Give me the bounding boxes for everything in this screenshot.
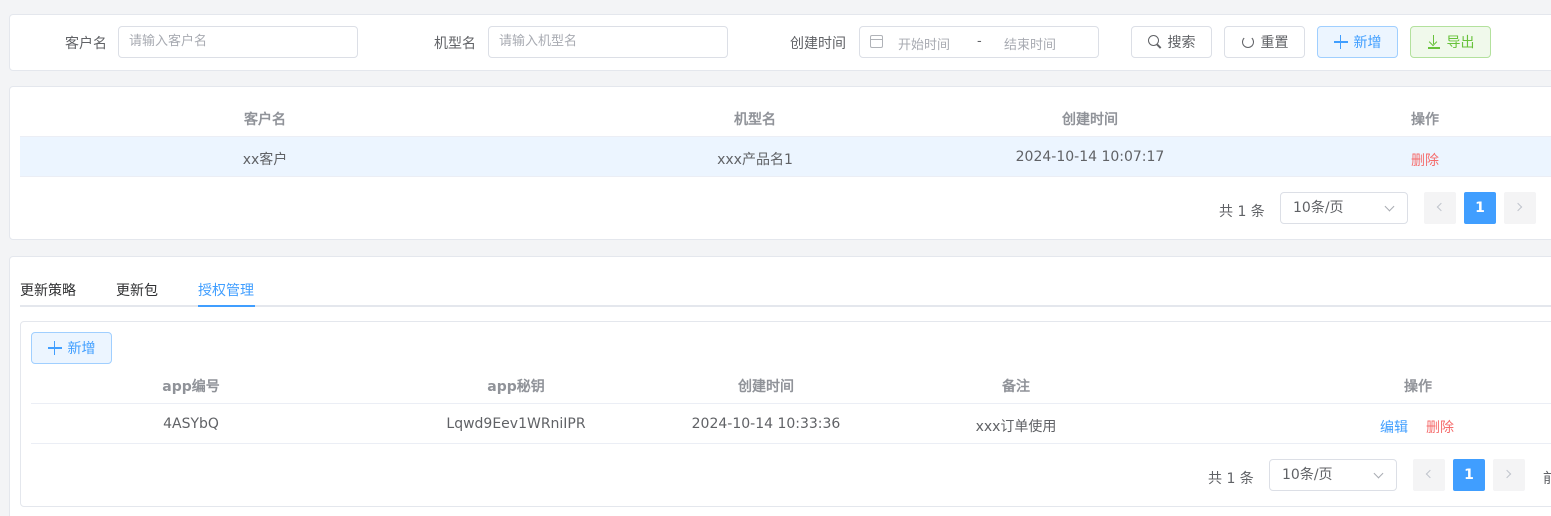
download-icon	[1427, 35, 1441, 49]
start-time-placeholder[interactable]: 开始时间	[898, 34, 950, 53]
model-label: 机型名	[434, 36, 476, 52]
created-time-label: 创建时间	[790, 36, 846, 52]
delete-link[interactable]: 删除	[1415, 417, 1465, 437]
prev-page-button[interactable]	[1413, 459, 1445, 491]
date-range-picker[interactable]: 开始时间 - 结束时间	[859, 26, 1099, 58]
chevron-left-icon	[1425, 469, 1435, 479]
page-number-1[interactable]: 1	[1453, 459, 1485, 491]
col-action: 操作	[1411, 112, 1439, 128]
goto-label: 前	[1543, 471, 1551, 487]
col-customer: 客户名	[244, 112, 286, 128]
model-field[interactable]	[499, 28, 727, 56]
chevron-right-icon	[1502, 469, 1512, 479]
chevron-down-icon	[1373, 468, 1384, 479]
chevron-right-icon	[1513, 202, 1523, 212]
customer-label: 客户名	[65, 36, 107, 52]
page-size-value: 10条/页	[1282, 467, 1333, 483]
reset-button[interactable]: 重置	[1224, 26, 1305, 58]
refresh-icon	[1241, 35, 1255, 49]
add-button[interactable]: 新增	[1317, 26, 1398, 58]
prev-page-button[interactable]	[1424, 192, 1456, 224]
calendar-icon	[870, 35, 883, 48]
search-button-label: 搜索	[1167, 35, 1196, 51]
table-header-divider	[31, 403, 1551, 404]
search-button[interactable]: 搜索	[1131, 26, 1212, 58]
customer-input[interactable]	[118, 26, 358, 58]
col-action: 操作	[1404, 379, 1432, 395]
cell-customer: xx客户	[242, 152, 288, 168]
col-app-id: app编号	[162, 379, 220, 395]
col-note: 备注	[1002, 379, 1030, 395]
model-input[interactable]	[488, 26, 728, 58]
auth-add-button-label: 新增	[67, 341, 96, 357]
auth-add-button[interactable]: 新增	[31, 332, 112, 364]
page-number-1[interactable]: 1	[1464, 192, 1496, 224]
next-page-button[interactable]	[1504, 192, 1536, 224]
chevron-left-icon	[1436, 202, 1446, 212]
cell-created: 2024-10-14 10:07:17	[1015, 149, 1165, 165]
delete-link[interactable]: 删除	[1395, 150, 1455, 170]
pagination-total: 共 1 条	[1208, 471, 1254, 487]
authorization-table-panel: 新增 app编号 app秘钥 创建时间 备注 操作 4ASYbQ Lqwd9Ee…	[20, 321, 1551, 507]
page-size-select[interactable]: 10条/页	[1280, 192, 1408, 224]
col-model: 机型名	[734, 112, 776, 128]
range-separator: -	[977, 34, 982, 49]
customer-field[interactable]	[129, 28, 357, 56]
edit-link[interactable]: 编辑	[1369, 417, 1419, 437]
col-created: 创建时间	[738, 379, 794, 395]
page-size-select[interactable]: 10条/页	[1269, 459, 1397, 491]
col-created: 创建时间	[1062, 112, 1118, 128]
pagination-total: 共 1 条	[1219, 204, 1265, 220]
plus-icon	[1333, 35, 1348, 49]
tab-active-indicator	[198, 305, 255, 307]
reset-button-label: 重置	[1260, 35, 1289, 51]
export-button[interactable]: 导出	[1410, 26, 1491, 58]
search-icon	[1147, 35, 1162, 49]
search-panel: 客户名 机型名 创建时间 开始时间 - 结束时间 搜索 重置 新增 导出	[9, 14, 1551, 71]
plus-icon	[47, 341, 62, 355]
cell-app-secret: Lqwd9Eev1WRniIPR	[446, 416, 586, 432]
add-button-label: 新增	[1353, 35, 1382, 51]
page-size-value: 10条/页	[1293, 200, 1344, 216]
cell-created: 2024-10-14 10:33:36	[691, 416, 841, 432]
col-app-secret: app秘钥	[487, 379, 545, 395]
cell-model: xxx产品名1	[717, 152, 793, 168]
cell-app-id: 4ASYbQ	[163, 416, 219, 432]
tab-update-package[interactable]: 更新包	[116, 280, 158, 300]
customer-model-table: 客户名 机型名 创建时间 操作 xx客户 xxx产品名1 2024-10-14 …	[9, 86, 1551, 240]
chevron-down-icon	[1384, 201, 1395, 212]
end-time-placeholder[interactable]: 结束时间	[1004, 34, 1056, 53]
cell-note: xxx订单使用	[975, 419, 1057, 435]
next-page-button[interactable]	[1493, 459, 1525, 491]
tab-authorization[interactable]: 授权管理	[198, 280, 254, 300]
table-row-divider	[31, 443, 1551, 444]
tab-update-strategy[interactable]: 更新策略	[20, 280, 76, 300]
export-button-label: 导出	[1446, 35, 1475, 51]
detail-tabs-panel: 更新策略 更新包 授权管理 新增 app编号 app秘钥 创建时间 备注 操作 …	[9, 256, 1551, 516]
